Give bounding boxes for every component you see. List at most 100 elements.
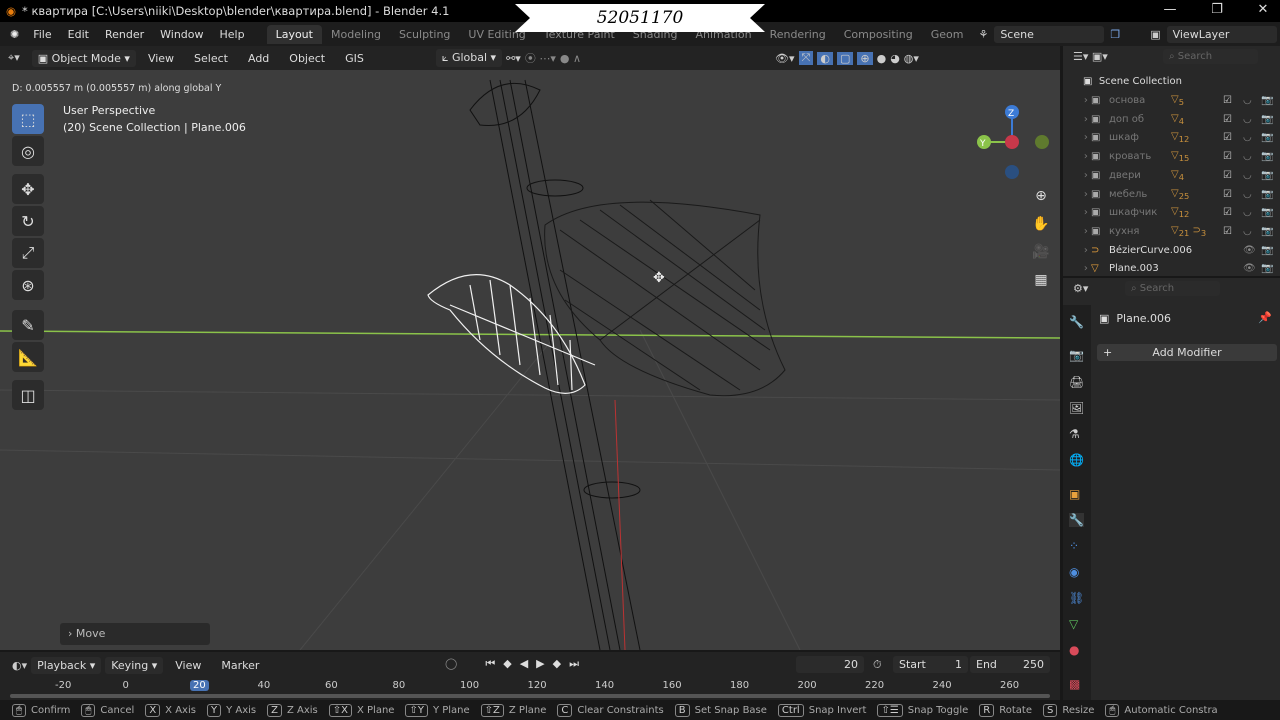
close-button[interactable]: ✕ [1248, 2, 1278, 17]
hide-toggle-icon[interactable]: ◡ [1243, 226, 1252, 237]
texture-tab-icon[interactable]: ▩ [1069, 677, 1080, 691]
properties-editor-type-icon[interactable]: ⚙▾ [1073, 282, 1088, 295]
outliner-display-mode-icon[interactable]: ☰▾ ▣▾ [1073, 50, 1108, 63]
frame-ruler[interactable]: -20 0 20 40 60 80 100 120 140 160 180 200 220 240 260 [0, 680, 1060, 694]
exclude-checkbox[interactable]: ☑ [1223, 114, 1232, 125]
expand-arrow-icon[interactable]: › [1063, 207, 1091, 218]
rendered-shading-icon[interactable]: ◍▾ [904, 52, 919, 65]
select-tool-icon[interactable]: ⬚ [12, 104, 44, 134]
menu-render[interactable]: Render [97, 28, 152, 41]
exclude-checkbox[interactable]: ☑ [1223, 226, 1232, 237]
outliner-row[interactable]: › ▣ двери ▽4 ☑ ◡ 📷 [1063, 166, 1280, 185]
outliner-row[interactable]: › ▽ Plane.003 👁 📷 [1063, 259, 1280, 278]
rotate-tool-icon[interactable]: ↻ [12, 206, 44, 236]
overlay-toggle-icon[interactable]: ◐ [817, 51, 833, 65]
render-camera-icon[interactable]: 📷 [1261, 151, 1273, 162]
keying-menu[interactable]: Keying ▾ [105, 657, 164, 674]
visibility-icon[interactable]: 👁▾ [775, 52, 795, 65]
zoom-icon[interactable]: ⊕ [1030, 182, 1052, 210]
tool-tab-icon[interactable]: 🔧 [1069, 315, 1084, 329]
expand-arrow-icon[interactable]: › [1063, 245, 1091, 256]
outliner-row[interactable]: › ▣ доп об ▽4 ☑ ◡ 📷 [1063, 110, 1280, 129]
new-scene-icon[interactable]: ❐ [1110, 28, 1120, 41]
menu-select[interactable]: Select [186, 52, 236, 65]
data-tab-icon[interactable]: ▽ [1069, 617, 1078, 631]
outliner-row[interactable]: › ▣ шкаф ▽12 ☑ ◡ 📷 [1063, 128, 1280, 147]
view-layer-tab-icon[interactable]: 🖼 [1069, 401, 1084, 415]
menu-view[interactable]: View [140, 52, 182, 65]
outliner-row[interactable]: › ⊃ BézierCurve.006 👁 📷 [1063, 241, 1280, 260]
tab-layout[interactable]: Layout [266, 24, 322, 44]
auto-keying-icon[interactable]: ◯ [445, 657, 457, 671]
hide-toggle-icon[interactable]: ◡ [1243, 189, 1252, 200]
constraints-tab-icon[interactable]: ⛓ [1069, 591, 1084, 605]
tab-rendering[interactable]: Rendering [761, 25, 835, 44]
timeline-view-menu[interactable]: View [167, 659, 209, 672]
blender-menu-icon[interactable]: ✺ [0, 28, 25, 41]
move-tool-icon[interactable]: ✥ [12, 174, 44, 204]
transform-tool-icon[interactable]: ⊛ [12, 270, 44, 300]
scene-icon[interactable]: ⚘ [978, 28, 988, 41]
expand-arrow-icon[interactable]: › [1063, 95, 1091, 106]
start-frame-field[interactable]: Start 1 [893, 656, 968, 673]
cursor-tool-icon[interactable]: ◎ [12, 136, 44, 166]
annotate-tool-icon[interactable]: ✎ [12, 310, 44, 340]
hide-toggle-icon[interactable]: ◡ [1243, 207, 1252, 218]
render-tab-icon[interactable]: 📷 [1069, 348, 1084, 362]
transform-orientation[interactable]: ⟀ Global ▾ [435, 49, 503, 67]
exclude-checkbox[interactable]: ☑ [1223, 207, 1232, 218]
menu-file[interactable]: File [25, 28, 59, 41]
solid-shading-icon[interactable]: ● [877, 52, 887, 65]
tab-sculpting[interactable]: Sculpting [390, 25, 459, 44]
menu-object[interactable]: Object [281, 52, 333, 65]
render-camera-icon[interactable]: 📷 [1261, 132, 1273, 143]
render-camera-icon[interactable]: 📷 [1261, 114, 1273, 125]
ortho-grid-icon[interactable]: ▦ [1030, 266, 1052, 294]
expand-arrow-icon[interactable]: › [1063, 263, 1091, 274]
stopwatch-icon[interactable]: ⏱ [873, 658, 882, 672]
world-tab-icon[interactable]: 🌐 [1069, 453, 1084, 467]
wireframe-shading-icon[interactable]: ⊕ [857, 51, 873, 65]
end-frame-field[interactable]: End 250 [970, 656, 1050, 673]
object-tab-icon[interactable]: ▣ [1069, 487, 1080, 501]
timeline-marker-menu[interactable]: Marker [213, 659, 267, 672]
camera-view-icon[interactable]: 🎥 [1030, 238, 1052, 266]
gizmo-toggle-icon[interactable]: ⤧ [798, 51, 814, 65]
output-tab-icon[interactable]: 🖨 [1069, 375, 1084, 389]
outliner-row[interactable]: › ▣ кухня ▽21 ⊃3 ☑ ◡ 📷 [1063, 222, 1280, 241]
eye-icon[interactable]: 👁 [1243, 245, 1256, 256]
render-camera-icon[interactable]: 📷 [1261, 95, 1273, 106]
next-keyframe-icon[interactable]: ◆ [553, 657, 561, 671]
view-layer-selector[interactable]: ViewLayer [1166, 25, 1277, 43]
render-camera-icon[interactable]: 📷 [1261, 189, 1273, 200]
expand-arrow-icon[interactable]: › [1063, 170, 1091, 181]
material-tab-icon[interactable]: ● [1069, 643, 1079, 657]
scene-collection-row[interactable]: ▣ Scene Collection [1063, 72, 1280, 91]
maximize-button[interactable]: ❐ [1202, 2, 1232, 17]
playback-menu[interactable]: Playback ▾ [31, 657, 102, 674]
exclude-checkbox[interactable]: ☑ [1223, 170, 1232, 181]
tab-modeling[interactable]: Modeling [322, 25, 390, 44]
timeline-editor-icon[interactable]: ◐▾ [12, 659, 27, 672]
menu-edit[interactable]: Edit [60, 28, 97, 41]
minimize-button[interactable]: — [1155, 2, 1185, 17]
hide-toggle-icon[interactable]: ◡ [1243, 132, 1252, 143]
outliner-row[interactable]: › ▣ мебель ▽25 ☑ ◡ 📷 [1063, 185, 1280, 204]
tab-compositing[interactable]: Compositing [835, 25, 922, 44]
hide-toggle-icon[interactable]: ◡ [1243, 151, 1252, 162]
proportional-edit-icon[interactable]: ● ∧ [560, 52, 581, 65]
physics-tab-icon[interactable]: ◉ [1069, 565, 1079, 579]
exclude-checkbox[interactable]: ☑ [1223, 189, 1232, 200]
add-cube-tool-icon[interactable]: ◫ [12, 380, 44, 410]
exclude-checkbox[interactable]: ☑ [1223, 132, 1232, 143]
play-reverse-icon[interactable]: ◀ [520, 657, 528, 671]
editor-type-icon[interactable]: ⌖▾ [8, 51, 20, 65]
add-modifier-button[interactable]: + Add Modifier [1097, 344, 1277, 361]
3d-viewport[interactable]: ✥ Z Y D: 0.005557 m (0.005557 m) along g… [0, 70, 1060, 650]
expand-arrow-icon[interactable]: › [1063, 189, 1091, 200]
render-camera-icon[interactable]: 📷 [1261, 245, 1273, 256]
xray-toggle-icon[interactable]: ▢ [836, 51, 854, 65]
outliner-row[interactable]: › ▣ основа ▽5 ☑ ◡ 📷 [1063, 91, 1280, 110]
outliner-row[interactable]: › ▣ кровать ▽15 ☑ ◡ 📷 [1063, 147, 1280, 166]
expand-arrow-icon[interactable]: › [1063, 151, 1091, 162]
